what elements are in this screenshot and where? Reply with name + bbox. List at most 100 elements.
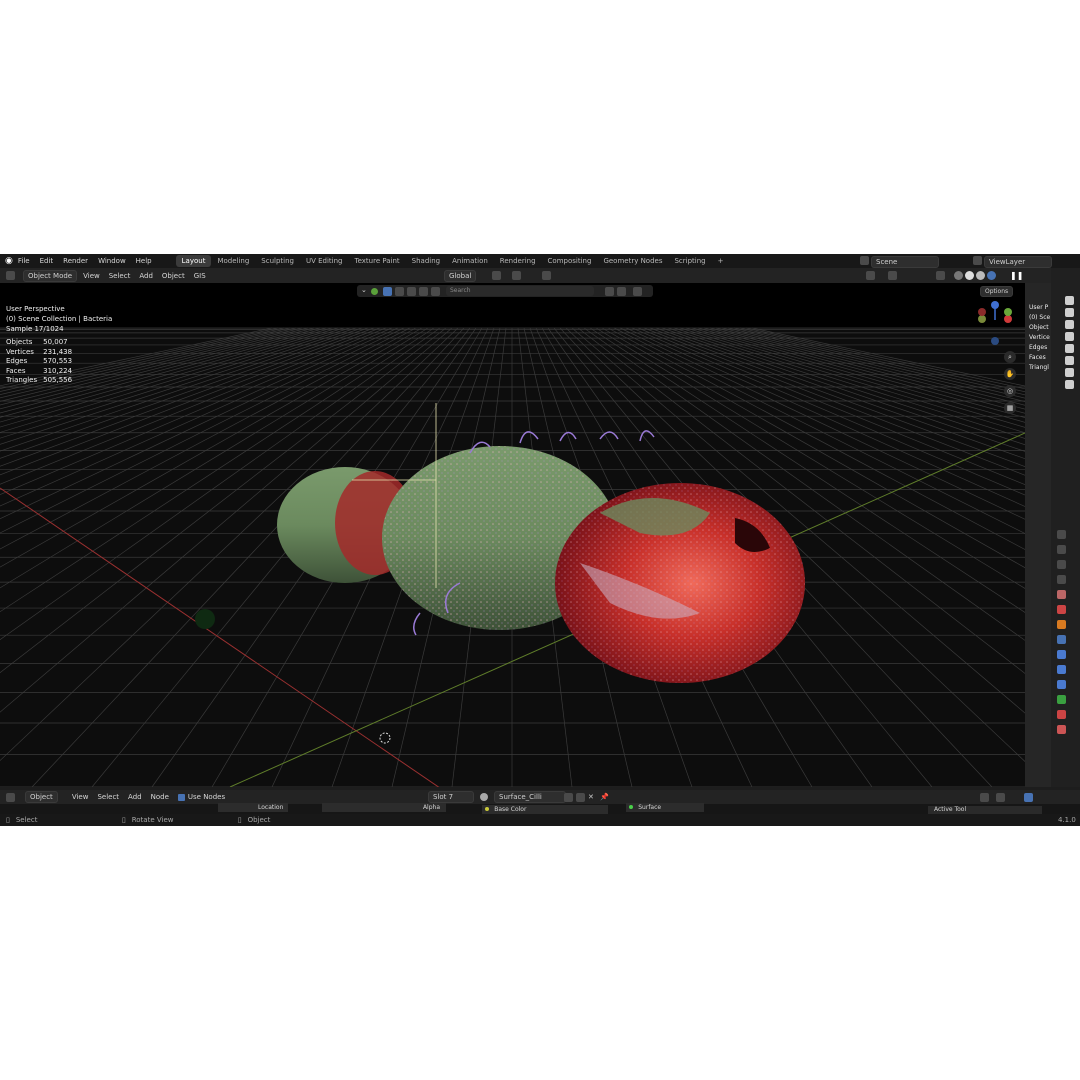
editor-type-icon[interactable] — [6, 271, 15, 280]
gizmo-neg-x-axis[interactable] — [978, 308, 986, 316]
node-menu-select[interactable]: Select — [97, 793, 119, 801]
tab-geometry-nodes[interactable]: Geometry Nodes — [597, 255, 668, 267]
view-layer-tab-icon[interactable] — [1057, 575, 1066, 584]
tab-rendering[interactable]: Rendering — [494, 255, 542, 267]
backdrop-icon[interactable] — [1024, 792, 1033, 802]
world-filter-icon[interactable] — [407, 287, 416, 296]
tool-tab-icon[interactable] — [1057, 530, 1066, 539]
pin-icon[interactable]: 📌 — [600, 793, 609, 801]
add-workspace-button[interactable]: + — [712, 255, 730, 267]
proportional-edit-icon[interactable] — [542, 271, 551, 280]
options-button[interactable]: Options — [980, 286, 1014, 297]
material-tab-icon[interactable] — [1057, 710, 1066, 719]
gizmo-neg-z-axis[interactable] — [991, 337, 999, 345]
tab-layout[interactable]: Layout — [175, 255, 212, 267]
menu-help[interactable]: Help — [136, 257, 152, 265]
constraints-tab-icon[interactable] — [1057, 680, 1066, 689]
tab-scripting[interactable]: Scripting — [668, 255, 711, 267]
camera-visibility-icon[interactable] — [1065, 380, 1074, 389]
gizmo-x-axis[interactable] — [1004, 315, 1012, 323]
close-icon[interactable]: ✕ — [588, 793, 594, 801]
camera-visibility-icon[interactable] — [1065, 356, 1074, 365]
menu-add[interactable]: Add — [139, 272, 153, 280]
tab-animation[interactable]: Animation — [446, 255, 494, 267]
camera-visibility-icon[interactable] — [1065, 296, 1074, 305]
tab-sculpting[interactable]: Sculpting — [255, 255, 300, 267]
pivot-icon[interactable] — [492, 271, 501, 280]
asset-search-input[interactable]: Search — [446, 286, 594, 296]
menu-render[interactable]: Render — [63, 257, 88, 265]
settings-icon[interactable] — [633, 287, 642, 296]
object-tab-icon[interactable] — [1057, 620, 1066, 629]
menu-object[interactable]: Object — [162, 272, 185, 280]
shading-wireframe-icon[interactable] — [954, 271, 963, 280]
snap-icon[interactable] — [512, 271, 521, 280]
view-layer-selector[interactable]: ViewLayer — [984, 256, 1052, 268]
camera-visibility-icon[interactable] — [1065, 332, 1074, 341]
node-menu-node[interactable]: Node — [151, 793, 169, 801]
menu-edit[interactable]: Edit — [40, 257, 54, 265]
light-filter-icon[interactable] — [419, 287, 428, 296]
mode-selector[interactable]: Object Mode — [23, 269, 78, 282]
chevron-down-icon[interactable]: ⌄ — [361, 286, 367, 294]
layout-icon[interactable] — [617, 287, 626, 296]
scene-tab-icon[interactable] — [1057, 590, 1066, 599]
pan-hand-icon[interactable]: ✋ — [1004, 368, 1016, 380]
menu-file[interactable]: File — [18, 257, 30, 265]
output-tab-icon[interactable] — [1057, 560, 1066, 569]
tab-modeling[interactable]: Modeling — [211, 255, 255, 267]
perspective-toggle-icon[interactable]: ▦ — [1004, 402, 1016, 414]
modifier-tab-icon[interactable] — [1057, 635, 1066, 644]
blender-logo-icon[interactable]: ◉ — [5, 256, 13, 266]
active-tool-panel[interactable]: Active Tool — [928, 806, 1042, 814]
menu-window[interactable]: Window — [98, 257, 126, 265]
menu-view[interactable]: View — [83, 272, 100, 280]
material-slot-selector[interactable]: Slot 7 — [428, 791, 474, 803]
overlay-node-icon[interactable] — [980, 792, 989, 802]
duplicate-material-icon[interactable] — [576, 792, 585, 802]
bookmark-icon[interactable] — [605, 287, 614, 296]
node-menu-view[interactable]: View — [72, 793, 89, 801]
snap-node-icon[interactable] — [996, 792, 1005, 802]
menu-gis[interactable]: GIS — [194, 272, 206, 280]
scene-selector[interactable]: Scene — [871, 256, 939, 268]
texture-tab-icon[interactable] — [1057, 725, 1066, 734]
physics-tab-icon[interactable] — [1057, 665, 1066, 674]
camera-visibility-icon[interactable] — [1065, 368, 1074, 377]
pause-icon[interactable]: ❚❚ — [1010, 271, 1023, 280]
tab-compositing[interactable]: Compositing — [542, 255, 598, 267]
camera-icon[interactable]: ◎ — [1004, 385, 1016, 397]
render-tab-icon[interactable] — [1057, 545, 1066, 554]
zoom-icon[interactable]: ⌕ — [1004, 351, 1016, 363]
texture-filter-icon[interactable] — [431, 287, 440, 296]
transform-orientation-selector[interactable]: Global — [444, 269, 477, 282]
use-nodes-checkbox[interactable] — [177, 793, 185, 801]
shading-rendered-icon[interactable] — [987, 271, 996, 280]
fake-user-shield-icon[interactable] — [564, 792, 573, 802]
node-editor-type-icon[interactable] — [6, 792, 15, 802]
filter-icon[interactable] — [383, 287, 392, 296]
tab-texture-paint[interactable]: Texture Paint — [349, 255, 406, 267]
gizmo-toggle-icon[interactable] — [866, 271, 875, 280]
material-filter-icon[interactable] — [395, 287, 404, 296]
node-object-selector[interactable]: Object — [25, 791, 58, 803]
camera-visibility-icon[interactable] — [1065, 308, 1074, 317]
data-tab-icon[interactable] — [1057, 695, 1066, 704]
node-editor-canvas[interactable]: Location Alpha Base Color Surface Active… — [0, 803, 1080, 814]
xray-icon[interactable] — [936, 271, 945, 280]
menu-select[interactable]: Select — [109, 272, 131, 280]
camera-visibility-icon[interactable] — [1065, 344, 1074, 353]
3d-viewport[interactable]: User Perspective (0) Scene Collection | … — [0, 283, 1025, 787]
particles-tab-icon[interactable] — [1057, 650, 1066, 659]
tab-uv-editing[interactable]: UV Editing — [300, 255, 349, 267]
shading-material-icon[interactable] — [976, 271, 985, 280]
tab-shading[interactable]: Shading — [406, 255, 446, 267]
gizmo-z-axis[interactable] — [991, 301, 999, 309]
gizmo-neg-y-axis[interactable] — [978, 315, 986, 323]
camera-visibility-icon[interactable] — [1065, 320, 1074, 329]
gizmo-y-axis[interactable] — [1004, 308, 1012, 316]
overlay-toggle-icon[interactable] — [888, 271, 897, 280]
node-menu-add[interactable]: Add — [128, 793, 142, 801]
shading-solid-icon[interactable] — [965, 271, 974, 280]
material-name-field[interactable]: Surface_Cilli — [494, 791, 566, 803]
